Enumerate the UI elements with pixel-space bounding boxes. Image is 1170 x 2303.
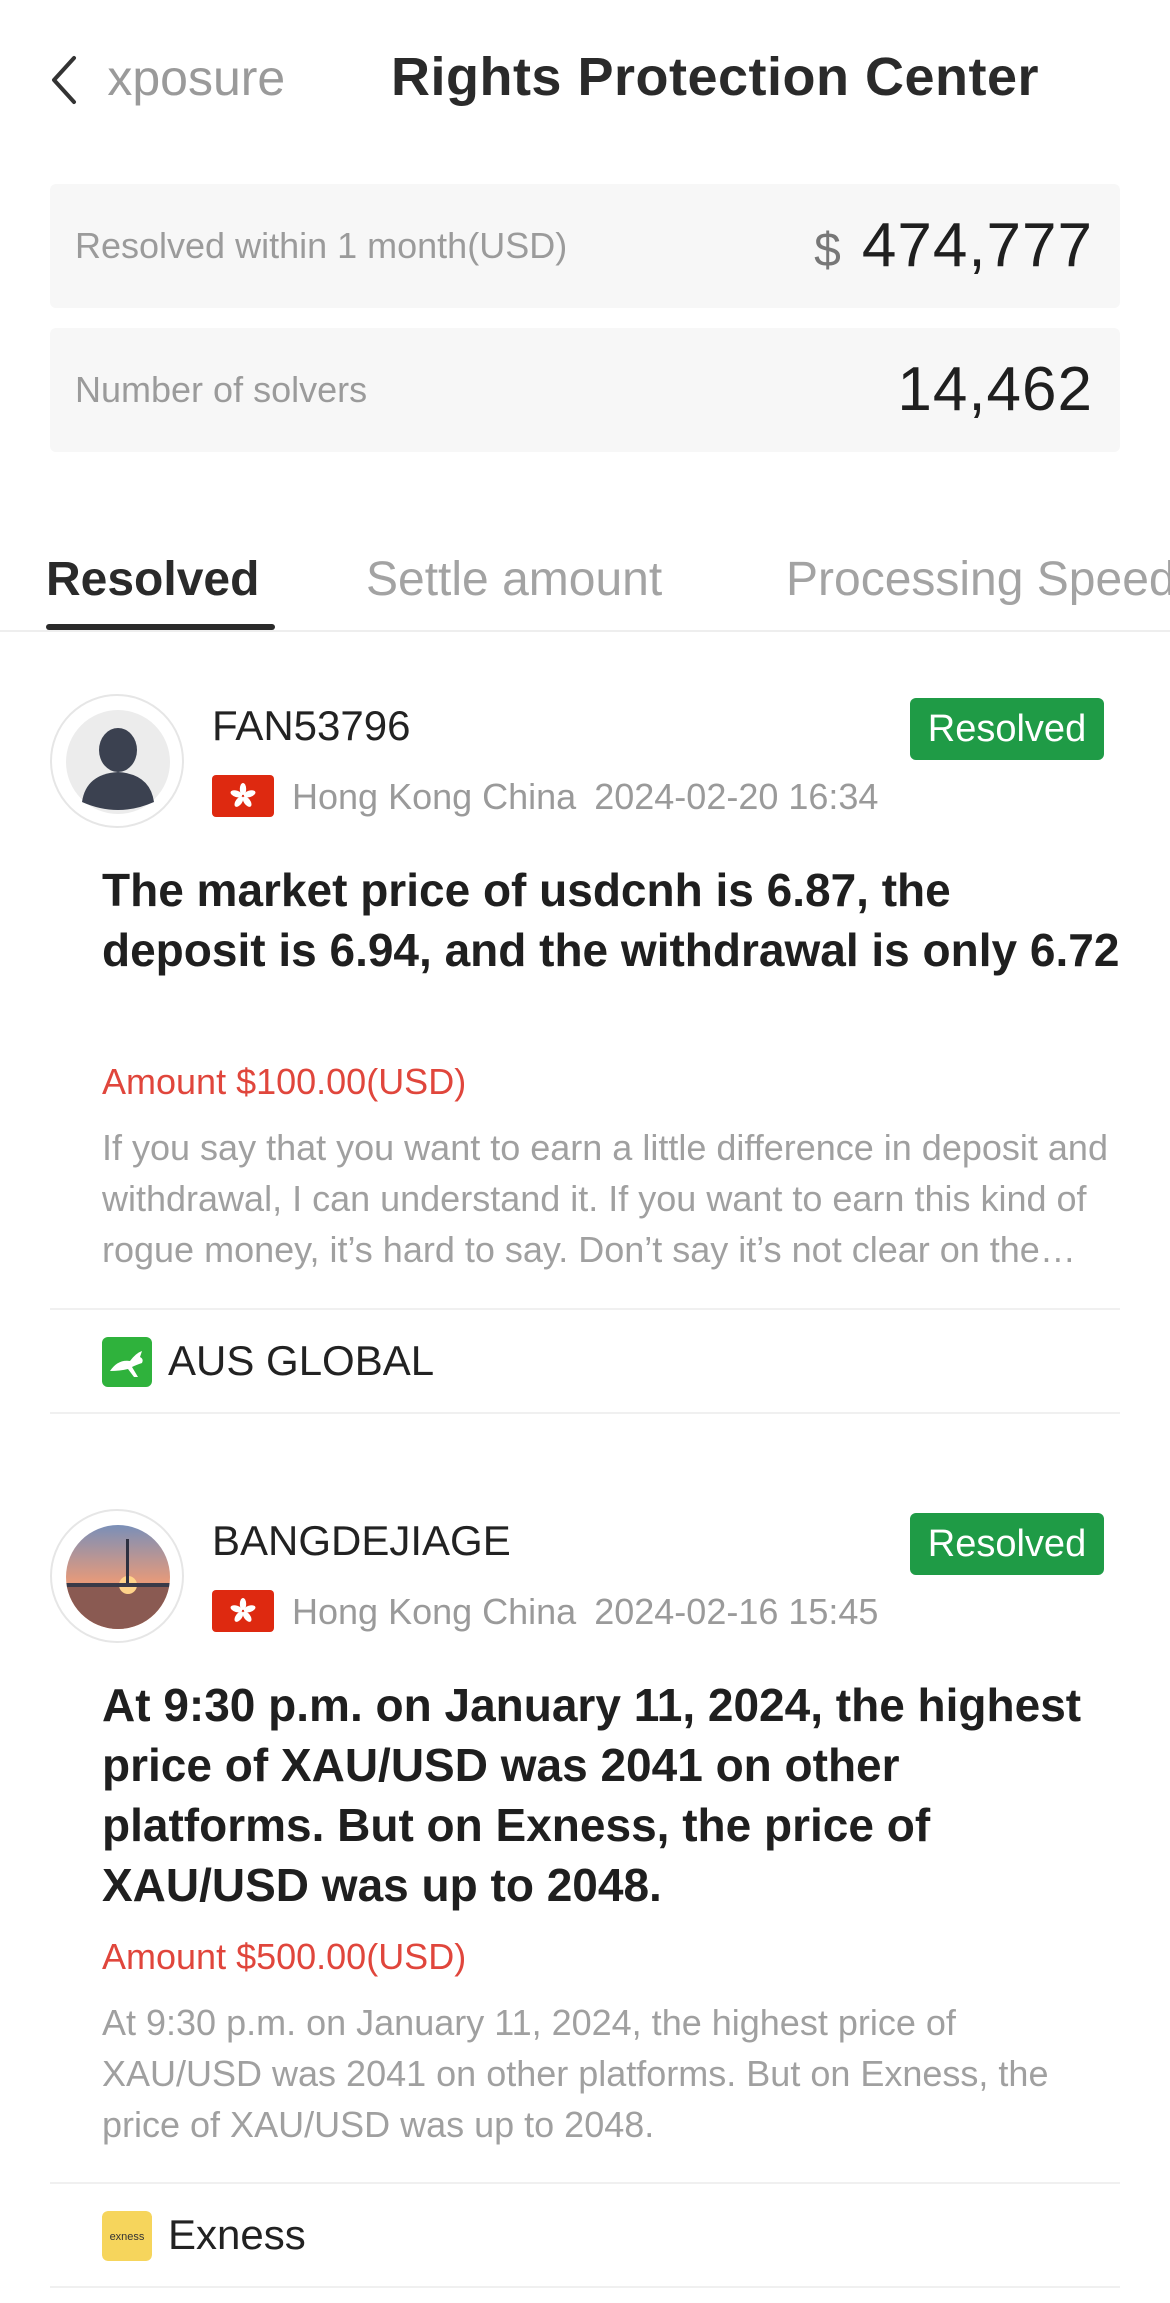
solvers-label: Number of solvers (75, 369, 368, 410)
back-button[interactable]: Exposure (108, 48, 288, 108)
complaint-title: The market price of usdcnh is 6.87, the … (102, 864, 1120, 976)
tab-resolved[interactable]: Resolved (46, 540, 259, 620)
resolved-amount-label: Resolved within 1 month(USD) (75, 225, 568, 266)
broker-row[interactable]: AUS GLOBAL (50, 1308, 1120, 1414)
tab-settle-amount[interactable]: Settle amount (366, 540, 662, 620)
broker-name: Exness (168, 2211, 306, 2258)
user-name: FAN53796 (212, 702, 411, 749)
hong-kong-flag-icon (212, 775, 274, 818)
currency-symbol: $ (814, 224, 842, 277)
user-name: BANGDEJIAGE (212, 1517, 511, 1564)
complaint-title: At 9:30 p.m. on January 11, 2024, the hi… (102, 1679, 1082, 1911)
complaint-amount: Amount $100.00(USD) (102, 1061, 467, 1102)
status-badge: Resolved (910, 1513, 1104, 1575)
tab-processing-speed[interactable]: Processing Speed (786, 540, 1170, 620)
timestamp: 2024-02-16 15:45 (594, 1591, 879, 1632)
timestamp: 2024-02-20 16:34 (594, 776, 879, 817)
back-label: Exposure (108, 50, 286, 106)
sunset-photo-icon (66, 1525, 170, 1629)
page-title: Rights Protection Center (390, 47, 1040, 107)
active-tab-indicator (46, 624, 275, 630)
exness-logo-icon: exness (102, 2211, 152, 2261)
complaint-description: If you say that you want to earn a littl… (102, 1127, 1108, 1270)
complaint-meta: Hong Kong China 2024-02-20 16:34 (212, 772, 878, 822)
avatar (50, 1509, 184, 1643)
back-chevron-icon[interactable] (44, 52, 88, 108)
top-bar: Exposure Rights Protection Center (0, 0, 1170, 155)
resolved-amount-value: $474,777 (814, 184, 1093, 308)
broker-row[interactable]: exness Exness (50, 2182, 1120, 2288)
avatar (50, 694, 184, 828)
status-badge: Resolved (910, 698, 1104, 760)
region: Hong Kong China (292, 1591, 577, 1632)
hong-kong-flag-icon (212, 1590, 274, 1633)
complaint-meta: Hong Kong China 2024-02-16 15:45 (212, 1587, 878, 1637)
resolved-amount-number: 474,777 (861, 211, 1093, 280)
resolved-amount-card: Resolved within 1 month(USD) $474,777 (50, 184, 1120, 308)
svg-text:exness: exness (110, 2231, 145, 2243)
broker-name: AUS GLOBAL (168, 1337, 435, 1384)
solvers-card: Number of solvers 14,462 (50, 328, 1120, 452)
default-person-icon (66, 710, 170, 814)
tab-bar: Resolved Settle amount Processing Speed (0, 540, 1170, 632)
complaint-amount: Amount $500.00(USD) (102, 1936, 467, 1977)
solvers-value: 14,462 (897, 355, 1093, 424)
region: Hong Kong China (292, 776, 577, 817)
complaint-description: At 9:30 p.m. on January 11, 2024, the hi… (102, 2002, 1049, 2145)
kangaroo-logo-icon (102, 1337, 152, 1387)
